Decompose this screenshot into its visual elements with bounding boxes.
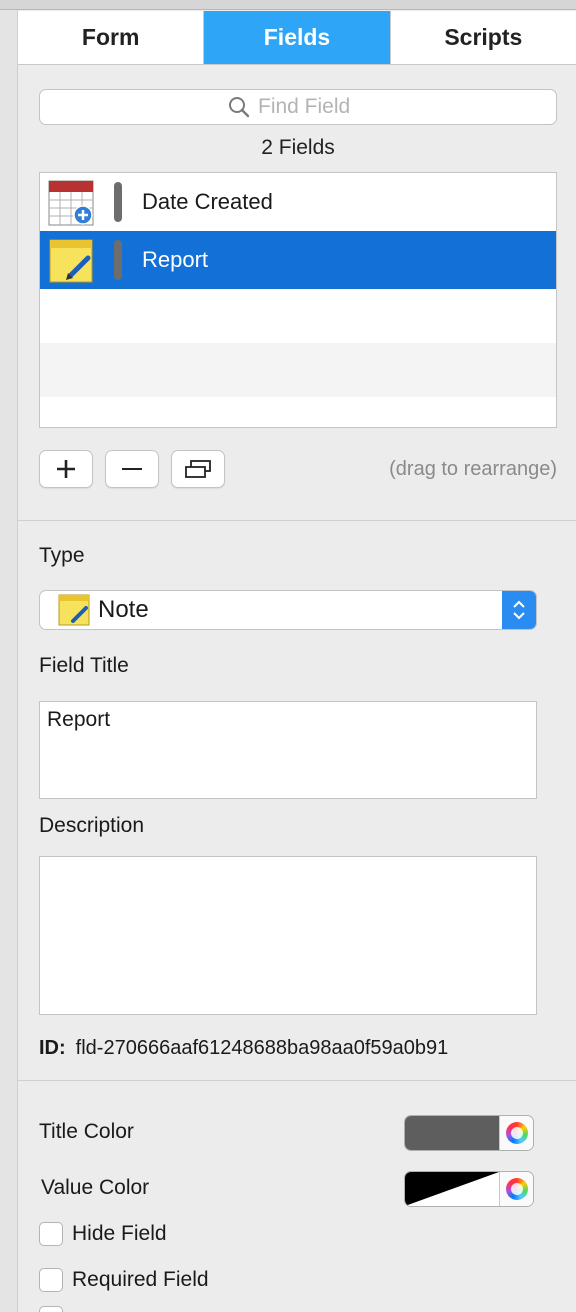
type-select[interactable]: Note xyxy=(39,590,537,630)
calendar-add-icon xyxy=(48,180,94,226)
find-field-search[interactable] xyxy=(39,89,557,125)
fields-count: 2 Fields xyxy=(261,136,335,159)
field-id: ID: fld-270666aaf61248688ba98aa0f59a0b91 xyxy=(39,1037,448,1060)
id-value: fld-270666aaf61248688ba98aa0f59a0b91 xyxy=(75,1037,449,1059)
checkbox-box[interactable] xyxy=(39,1222,63,1246)
checkbox-box[interactable] xyxy=(39,1268,63,1292)
tab-scripts[interactable]: Scripts xyxy=(391,11,576,64)
inspector-tabs: Form Fields Scripts xyxy=(18,11,576,65)
checkbox-label: Required Field xyxy=(72,1268,209,1291)
title-color-swatch xyxy=(405,1116,499,1150)
section-divider xyxy=(18,520,576,521)
list-empty-row xyxy=(40,289,556,343)
required-field-checkbox[interactable]: Required Field xyxy=(39,1268,209,1292)
type-label: Type xyxy=(39,544,85,567)
list-empty-row xyxy=(40,397,556,427)
drag-handle[interactable] xyxy=(114,240,122,280)
title-color-well[interactable] xyxy=(404,1115,534,1151)
title-color-label: Title Color xyxy=(39,1120,134,1143)
duplicate-icon xyxy=(185,460,211,478)
note-icon xyxy=(58,594,90,626)
note-pencil-icon xyxy=(49,239,93,283)
search-input[interactable] xyxy=(258,95,368,119)
field-label: Date Created xyxy=(142,189,273,214)
fields-list[interactable]: Date Created Report xyxy=(39,172,557,428)
color-wheel-icon xyxy=(505,1178,528,1200)
plus-icon xyxy=(57,460,75,478)
section-divider xyxy=(18,1080,576,1081)
next-checkbox-partial[interactable] xyxy=(39,1306,72,1312)
color-picker-button[interactable] xyxy=(499,1172,533,1206)
tab-fields[interactable]: Fields xyxy=(204,11,391,64)
checkbox-box[interactable] xyxy=(39,1306,63,1312)
chevron-up-icon xyxy=(513,600,525,608)
value-color-label: Value Color xyxy=(41,1176,150,1199)
description-input[interactable] xyxy=(39,856,537,1015)
tab-form[interactable]: Form xyxy=(18,11,205,64)
left-edge-panel xyxy=(0,10,18,1312)
remove-field-button[interactable] xyxy=(105,450,159,488)
magnifier-icon xyxy=(229,97,250,118)
description-label: Description xyxy=(39,814,145,837)
list-empty-row xyxy=(40,343,556,397)
add-field-button[interactable] xyxy=(39,450,93,488)
select-stepper[interactable] xyxy=(502,591,536,629)
field-title-input[interactable]: Report xyxy=(39,701,537,799)
field-label: Report xyxy=(142,247,209,272)
drag-hint: (drag to rearrange) xyxy=(389,458,557,480)
color-wheel-icon xyxy=(505,1122,528,1144)
field-row-date-created[interactable]: Date Created xyxy=(40,173,556,231)
hide-field-checkbox[interactable]: Hide Field xyxy=(39,1222,167,1246)
window-top-edge xyxy=(0,0,576,10)
value-color-well[interactable] xyxy=(404,1171,534,1207)
color-picker-button[interactable] xyxy=(499,1116,533,1150)
field-title-label: Field Title xyxy=(39,654,129,677)
field-row-report[interactable]: Report xyxy=(40,231,556,289)
type-value: Note xyxy=(98,596,149,623)
checkbox-label: Hide Field xyxy=(72,1222,167,1245)
id-label: ID: xyxy=(39,1037,66,1059)
drag-handle[interactable] xyxy=(114,182,122,222)
duplicate-field-button[interactable] xyxy=(171,450,225,488)
minus-icon xyxy=(122,468,142,470)
value-color-swatch xyxy=(405,1172,499,1206)
chevron-down-icon xyxy=(513,612,525,620)
